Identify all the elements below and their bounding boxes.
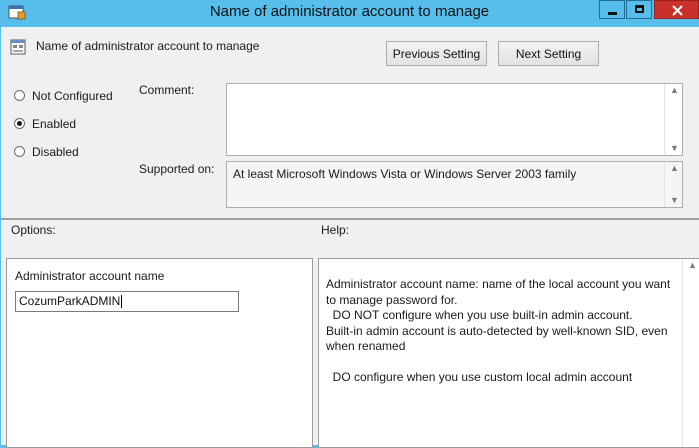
help-line xyxy=(326,355,678,371)
close-button[interactable] xyxy=(654,0,699,19)
scroll-up-icon[interactable]: ▲ xyxy=(688,261,697,270)
radio-button[interactable] xyxy=(14,90,25,101)
supported-scrollbar[interactable]: ▲ ▼ xyxy=(664,162,682,207)
divider xyxy=(1,218,699,220)
help-heading: Help: xyxy=(321,223,350,237)
help-line: Built-in admin account is auto-detected … xyxy=(326,323,668,354)
window-title: Name of administrator account to manage xyxy=(209,3,490,20)
account-name-value: CozumParkADMIN xyxy=(19,294,121,308)
radio-label: Not Configured xyxy=(32,89,113,103)
next-setting-button[interactable]: Next Setting xyxy=(498,41,599,66)
text-caret xyxy=(121,295,123,309)
close-icon xyxy=(672,5,683,16)
title-bar: Name of administrator account to manage xyxy=(0,0,699,27)
help-line: DO configure when you use custom local a… xyxy=(326,370,633,384)
help-text: Administrator account name: name of the … xyxy=(326,277,678,386)
supported-on-box: At least Microsoft Windows Vista or Wind… xyxy=(226,161,683,208)
maximize-icon xyxy=(635,5,644,13)
scroll-down-icon[interactable]: ▼ xyxy=(670,196,679,205)
options-panel: Administrator account name CozumParkADMI… xyxy=(6,258,313,448)
account-name-input[interactable]: CozumParkADMIN xyxy=(15,291,239,312)
radio-label: Enabled xyxy=(32,117,77,131)
scroll-down-icon[interactable]: ▼ xyxy=(670,144,679,153)
policy-icon xyxy=(10,39,26,55)
options-heading: Options: xyxy=(11,223,56,237)
minimize-button[interactable] xyxy=(599,0,625,19)
scroll-up-icon[interactable]: ▲ xyxy=(670,164,679,173)
scroll-up-icon[interactable]: ▲ xyxy=(670,86,679,95)
previous-setting-button[interactable]: Previous Setting xyxy=(386,41,487,66)
supported-on-label: Supported on: xyxy=(139,162,215,176)
minimize-icon xyxy=(608,12,617,15)
policy-dialog: Name of administrator account to manage … xyxy=(1,27,699,448)
help-scrollbar[interactable]: ▲ xyxy=(682,259,699,447)
comment-scrollbar[interactable]: ▲ ▼ xyxy=(664,84,682,155)
policy-title: Name of administrator account to manage xyxy=(36,39,260,53)
radio-button[interactable] xyxy=(14,146,25,157)
help-panel: Administrator account name: name of the … xyxy=(318,258,699,448)
radio-button-selected[interactable] xyxy=(14,118,25,129)
supported-on-value: At least Microsoft Windows Vista or Wind… xyxy=(233,167,577,181)
account-name-label: Administrator account name xyxy=(15,269,165,283)
comment-label: Comment: xyxy=(139,83,195,97)
help-line: Administrator account name: name of the … xyxy=(326,277,671,307)
maximize-button[interactable] xyxy=(626,0,652,19)
radio-label: Disabled xyxy=(32,145,79,159)
help-line: DO NOT configure when you use built-in a… xyxy=(326,308,633,322)
comment-textarea[interactable]: ▲ ▼ xyxy=(226,83,683,156)
